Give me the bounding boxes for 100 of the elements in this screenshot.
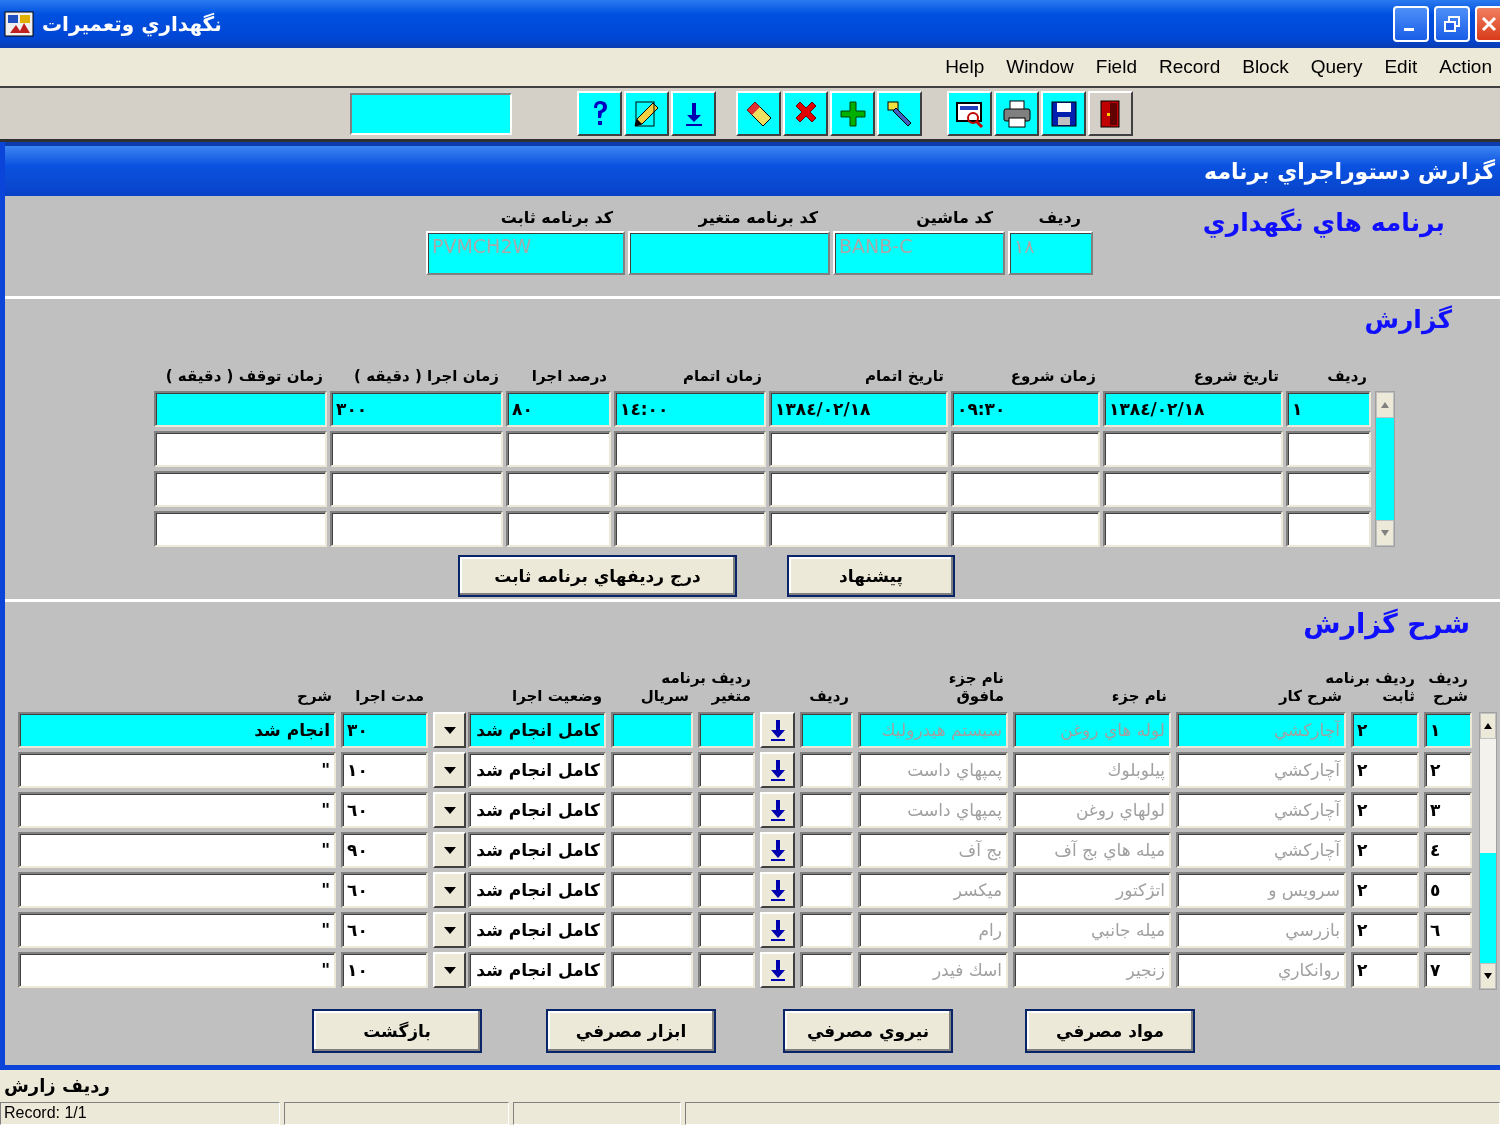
table-cell[interactable]: ١٤:٠٠ <box>614 391 766 427</box>
menu-item[interactable]: Record <box>1158 56 1221 78</box>
table-cell[interactable] <box>698 912 755 948</box>
dropdown-button[interactable] <box>433 872 466 908</box>
close-button[interactable] <box>1475 6 1500 42</box>
table-cell[interactable] <box>611 912 693 948</box>
table-cell[interactable] <box>800 832 853 868</box>
table-cell[interactable] <box>1286 431 1371 467</box>
menu-item[interactable]: Window <box>1006 56 1074 78</box>
scrollbar[interactable] <box>1479 712 1497 990</box>
dropdown-button[interactable] <box>433 752 466 788</box>
table-cell[interactable]: " <box>18 752 336 788</box>
form-button[interactable]: پيشنهاد <box>787 555 955 597</box>
table-cell[interactable]: " <box>18 872 336 908</box>
table-cell[interactable]: ٢ <box>1351 912 1419 948</box>
dropdown-button[interactable] <box>433 792 466 828</box>
dropdown-field[interactable]: كامل انجام شد <box>468 832 606 868</box>
dropdown-field[interactable]: كامل انجام شد <box>468 912 606 948</box>
table-cell[interactable] <box>1103 431 1283 467</box>
table-cell[interactable] <box>330 431 503 467</box>
form-button[interactable]: نيروي مصرفي <box>783 1009 953 1053</box>
table-cell[interactable]: " <box>18 832 336 868</box>
table-cell[interactable]: ١ <box>1286 391 1371 427</box>
table-cell[interactable] <box>951 431 1100 467</box>
lookup-button[interactable] <box>760 712 795 748</box>
table-cell[interactable]: ٣ <box>1424 792 1472 828</box>
table-cell[interactable]: ٢ <box>1351 752 1419 788</box>
table-cell[interactable]: ٢ <box>1424 752 1472 788</box>
menu-item[interactable]: Field <box>1095 56 1137 78</box>
lookup-button[interactable] <box>760 792 795 828</box>
table-cell[interactable]: ٢ <box>1351 712 1419 748</box>
menu-item[interactable]: Block <box>1242 56 1289 78</box>
table-cell[interactable] <box>614 511 766 547</box>
menu-item[interactable]: Action <box>1439 56 1492 78</box>
lookup-button[interactable] <box>760 752 795 788</box>
dropdown-button[interactable] <box>433 832 466 868</box>
table-cell[interactable]: ٢ <box>1351 952 1419 988</box>
table-cell[interactable] <box>506 511 611 547</box>
table-cell[interactable] <box>951 471 1100 507</box>
table-cell[interactable] <box>611 832 693 868</box>
table-cell[interactable]: ٣٠٠ <box>330 391 503 427</box>
table-cell[interactable] <box>769 471 948 507</box>
table-cell[interactable]: ٢ <box>1351 832 1419 868</box>
table-cell[interactable]: انجام شد <box>18 712 336 748</box>
table-cell[interactable] <box>951 511 1100 547</box>
table-cell[interactable]: ١ <box>1424 712 1472 748</box>
minimize-button[interactable] <box>1393 6 1429 42</box>
table-cell[interactable] <box>698 872 755 908</box>
form-button[interactable]: ابزار مصرفي <box>546 1009 716 1053</box>
toolbar-button[interactable] <box>671 91 716 136</box>
toolbar-button[interactable] <box>783 91 828 136</box>
table-cell[interactable]: ٧ <box>1424 952 1472 988</box>
table-cell[interactable] <box>800 872 853 908</box>
table-cell[interactable]: ٨٠ <box>506 391 611 427</box>
table-cell[interactable] <box>611 952 693 988</box>
table-cell[interactable] <box>769 511 948 547</box>
table-cell[interactable] <box>698 952 755 988</box>
table-cell[interactable] <box>800 752 853 788</box>
table-cell[interactable] <box>154 431 327 467</box>
toolbar-button[interactable] <box>577 91 622 136</box>
lookup-button[interactable] <box>760 872 795 908</box>
table-cell[interactable] <box>1103 471 1283 507</box>
table-cell[interactable]: ١٠ <box>341 952 428 988</box>
table-cell[interactable] <box>698 792 755 828</box>
table-cell[interactable]: " <box>18 912 336 948</box>
table-cell[interactable]: ٣٠ <box>341 712 428 748</box>
table-cell[interactable]: ١٣٨٤/٠٢/١٨ <box>1103 391 1283 427</box>
table-cell[interactable] <box>1286 511 1371 547</box>
lookup-button[interactable] <box>760 832 795 868</box>
table-cell[interactable] <box>698 712 755 748</box>
table-cell[interactable]: ٥ <box>1424 872 1472 908</box>
table-cell[interactable] <box>506 431 611 467</box>
table-cell[interactable] <box>1286 471 1371 507</box>
table-cell[interactable] <box>611 752 693 788</box>
table-cell[interactable] <box>611 712 693 748</box>
table-cell[interactable] <box>698 832 755 868</box>
table-cell[interactable] <box>154 511 327 547</box>
table-cell[interactable]: ٦ <box>1424 912 1472 948</box>
table-cell[interactable]: " <box>18 792 336 828</box>
table-cell[interactable] <box>614 431 766 467</box>
input-field[interactable] <box>350 92 512 135</box>
dropdown-field[interactable]: كامل انجام شد <box>468 872 606 908</box>
table-cell[interactable]: ١٣٨٤/٠٢/١٨ <box>769 391 948 427</box>
scroll-thumb[interactable] <box>1480 853 1496 963</box>
table-cell[interactable] <box>800 912 853 948</box>
menu-item[interactable]: Help <box>945 56 985 78</box>
restore-button[interactable] <box>1434 6 1470 42</box>
table-cell[interactable] <box>800 952 853 988</box>
dropdown-field[interactable]: كامل انجام شد <box>468 792 606 828</box>
table-cell[interactable] <box>800 792 853 828</box>
dropdown-button[interactable] <box>433 952 466 988</box>
toolbar-button[interactable] <box>1041 91 1086 136</box>
dropdown-button[interactable] <box>433 712 466 748</box>
table-cell[interactable] <box>154 471 327 507</box>
dropdown-field[interactable]: كامل انجام شد <box>468 712 606 748</box>
table-cell[interactable]: ١٠ <box>341 752 428 788</box>
table-cell[interactable]: ٢ <box>1351 872 1419 908</box>
lookup-button[interactable] <box>760 912 795 948</box>
dropdown-field[interactable]: كامل انجام شد <box>468 752 606 788</box>
table-cell[interactable]: ٦٠ <box>341 872 428 908</box>
